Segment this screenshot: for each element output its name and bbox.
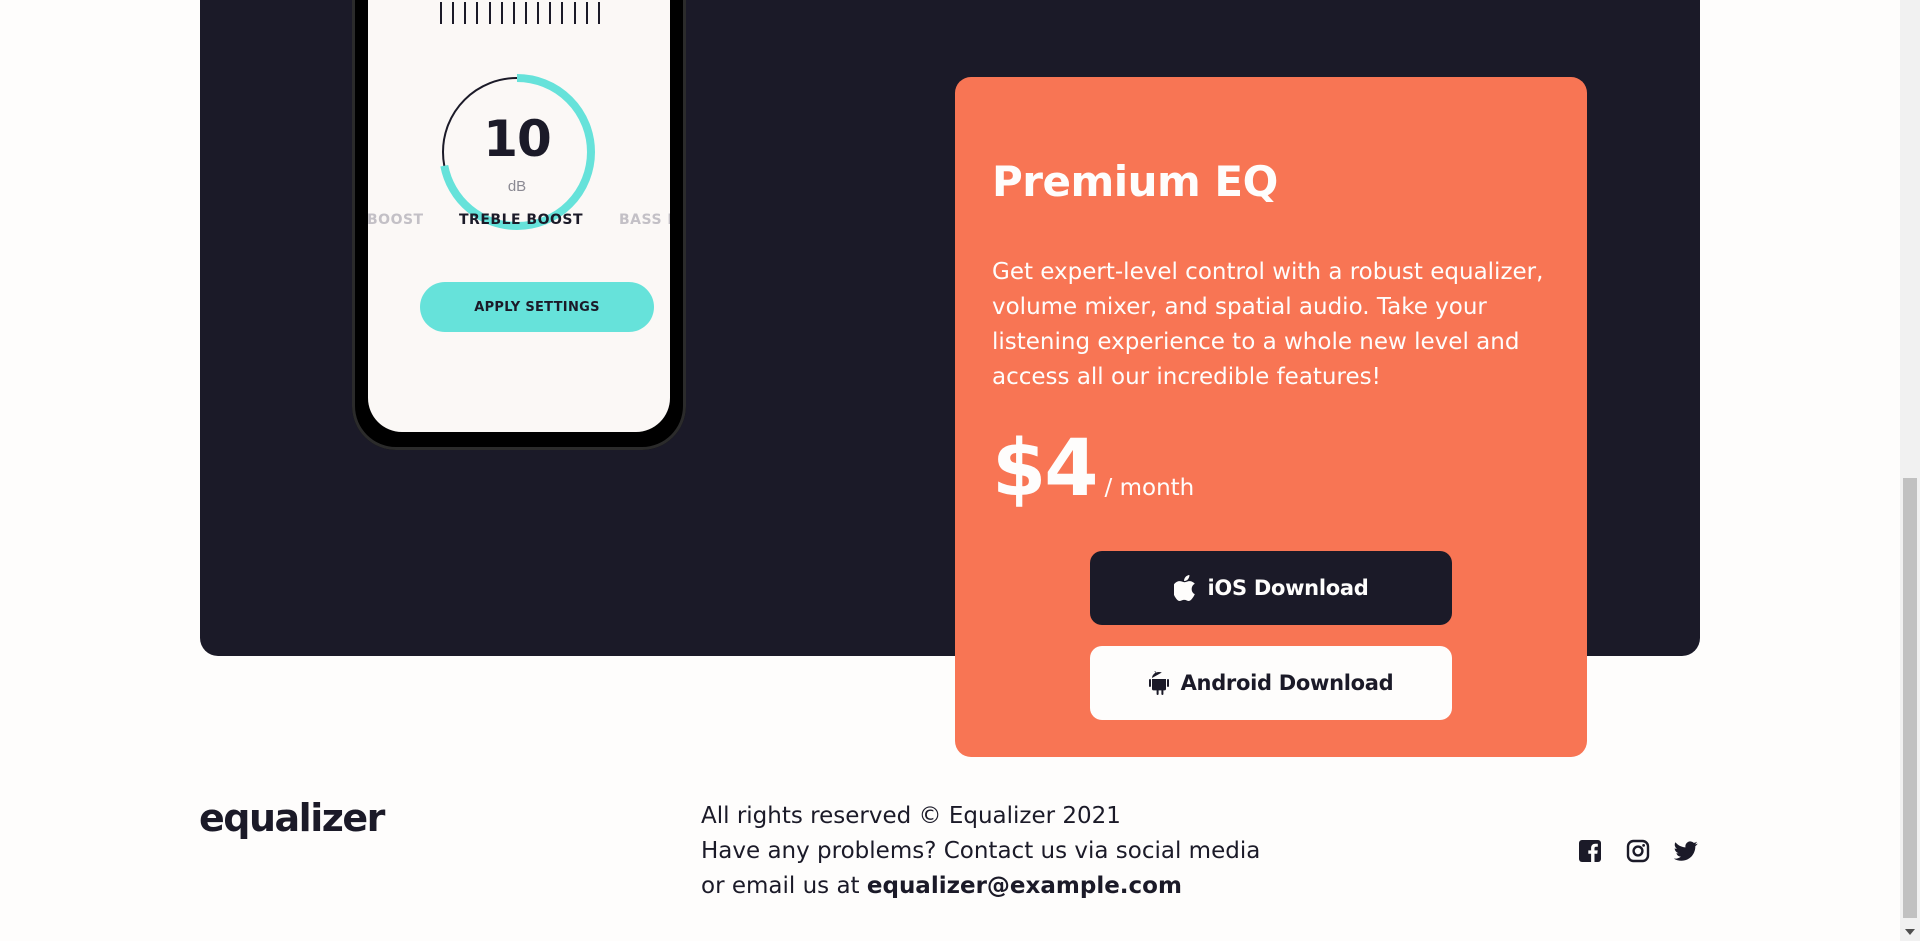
- card-title: Premium EQ: [992, 157, 1278, 206]
- apply-settings-button[interactable]: APPLY SETTINGS: [420, 282, 654, 332]
- contact-text: Have any problems? Contact us via social…: [701, 838, 1261, 864]
- phone-mockup: 10 dB BOOST TREBLE BOOST BASS B APPLY SE…: [352, 0, 686, 450]
- android-download-button[interactable]: Android Download: [1090, 646, 1452, 720]
- dial-unit: dB: [507, 178, 527, 195]
- dial-value: 10: [483, 110, 552, 168]
- price: $4 / month: [992, 427, 1194, 511]
- twitter-icon[interactable]: [1673, 839, 1698, 863]
- page: 10 dB BOOST TREBLE BOOST BASS B APPLY SE…: [0, 0, 1920, 941]
- preset-next[interactable]: BASS B: [619, 212, 670, 228]
- pricing-card: Premium EQ Get expert-level control with…: [955, 77, 1587, 757]
- android-download-label: Android Download: [1180, 671, 1394, 695]
- instagram-icon[interactable]: [1626, 839, 1650, 863]
- price-period: / month: [1104, 475, 1195, 501]
- gain-dial[interactable]: 10 dB: [439, 74, 595, 230]
- social-links: [1578, 839, 1698, 863]
- email-prefix: or email us at: [701, 873, 867, 899]
- scrollbar-thumb[interactable]: [1903, 478, 1917, 918]
- email-link[interactable]: equalizer@example.com: [867, 873, 1182, 899]
- apple-icon: [1173, 575, 1196, 601]
- phone-screen: 10 dB BOOST TREBLE BOOST BASS B APPLY SE…: [368, 0, 670, 432]
- preset-carousel: BOOST TREBLE BOOST BASS B: [368, 212, 670, 236]
- frequency-ticks: [440, 2, 600, 24]
- email-line: or email us at equalizer@example.com: [701, 869, 1260, 904]
- preset-active[interactable]: TREBLE BOOST: [459, 212, 583, 228]
- price-amount: $4: [992, 424, 1099, 514]
- footer-logo[interactable]: equalizer: [199, 796, 385, 840]
- preset-prev[interactable]: BOOST: [368, 212, 424, 228]
- card-description: Get expert-level control with a robust e…: [992, 259, 1544, 390]
- scroll-down-icon[interactable]: [1905, 929, 1915, 935]
- ios-download-label: iOS Download: [1207, 576, 1369, 600]
- ios-download-button[interactable]: iOS Download: [1090, 551, 1452, 625]
- footer-info: All rights reserved © Equalizer 2021 Hav…: [701, 799, 1260, 904]
- scrollbar[interactable]: [1900, 0, 1920, 941]
- copyright-text: All rights reserved © Equalizer 2021: [701, 803, 1121, 829]
- android-icon: [1148, 671, 1169, 695]
- facebook-icon[interactable]: [1578, 839, 1602, 863]
